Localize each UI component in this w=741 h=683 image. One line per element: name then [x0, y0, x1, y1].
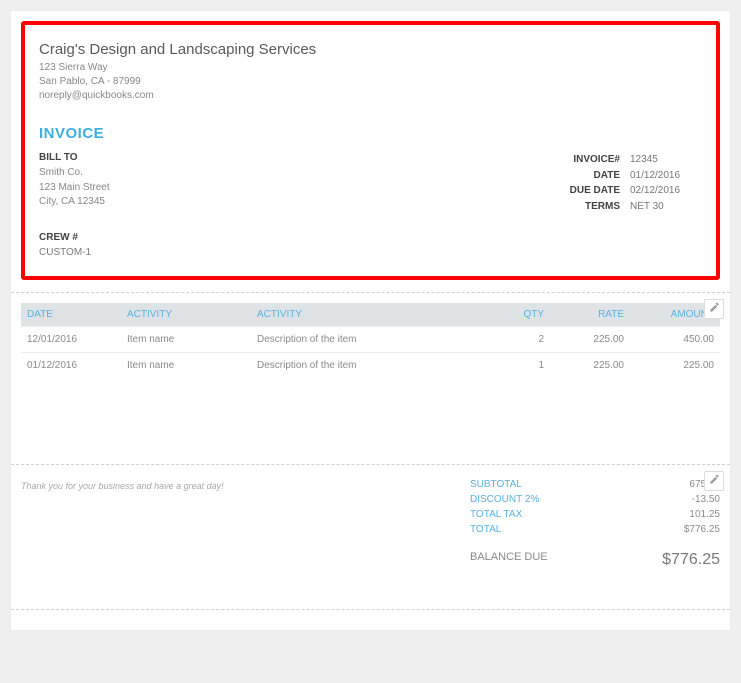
tax-label: TOTAL TAX [470, 509, 522, 520]
cell-qty: 1 [500, 353, 550, 379]
crew-label: CREW # [39, 232, 702, 243]
cell-rate: 225.00 [550, 327, 630, 353]
company-address-2: San Pablo, CA - 87999 [39, 75, 702, 89]
bill-to-addr2: City, CA 12345 [39, 195, 110, 210]
cell-activity-1: Item name [121, 327, 251, 353]
meta-invoiceno-label: INVOICE# [540, 152, 630, 168]
company-email: noreply@quickbooks.com [39, 89, 702, 103]
cell-qty: 2 [500, 327, 550, 353]
total-label: TOTAL [470, 524, 501, 535]
col-activity-2: ACTIVITY [251, 303, 500, 327]
meta-date-label: DATE [540, 168, 630, 184]
invoice-meta: INVOICE# 12345 DATE 01/12/2016 DUE DATE … [540, 152, 702, 214]
totals-section: Thank you for your business and have a g… [11, 465, 730, 610]
balance-due-label: BALANCE DUE [470, 551, 548, 569]
cell-activity-2: Description of the item [251, 353, 500, 379]
crew-block: CREW # CUSTOM-1 [39, 232, 702, 258]
company-address-1: 123 Sierra Way [39, 61, 702, 75]
table-row: 01/12/2016 Item name Description of the … [21, 353, 720, 379]
balance-due-value: $776.25 [662, 551, 720, 569]
discount-label: DISCOUNT 2% [470, 494, 539, 505]
tax-value: 101.25 [689, 509, 720, 520]
table-header-row: DATE ACTIVITY ACTIVITY QTY RATE AMOUNT [21, 303, 720, 327]
line-items-table: DATE ACTIVITY ACTIVITY QTY RATE AMOUNT 1… [21, 303, 720, 378]
meta-due-label: DUE DATE [540, 183, 630, 199]
meta-invoiceno-value: 12345 [630, 152, 702, 168]
bill-to-name: Smith Co. [39, 166, 110, 181]
document-title: INVOICE [39, 125, 702, 142]
col-activity-1: ACTIVITY [121, 303, 251, 327]
col-rate: RATE [550, 303, 630, 327]
meta-terms-label: TERMS [540, 199, 630, 215]
cell-amount: 450.00 [630, 327, 720, 353]
col-qty: QTY [500, 303, 550, 327]
cell-rate: 225.00 [550, 353, 630, 379]
cell-activity-1: Item name [121, 353, 251, 379]
invoice-page: Craig's Design and Landscaping Services … [10, 10, 731, 631]
total-value: $776.25 [684, 524, 720, 535]
line-items-section: DATE ACTIVITY ACTIVITY QTY RATE AMOUNT 1… [11, 293, 730, 465]
crew-value: CUSTOM-1 [39, 247, 702, 258]
table-row: 12/01/2016 Item name Description of the … [21, 327, 720, 353]
cell-date: 12/01/2016 [21, 327, 121, 353]
edit-totals-button[interactable] [704, 471, 724, 491]
cell-date: 01/12/2016 [21, 353, 121, 379]
subtotal-label: SUBTOTAL [470, 479, 522, 490]
bill-to-heading: BILL TO [39, 152, 110, 163]
meta-date-value: 01/12/2016 [630, 168, 702, 184]
edit-items-button[interactable] [704, 299, 724, 319]
header-panel-highlighted: Craig's Design and Landscaping Services … [21, 21, 720, 280]
company-name: Craig's Design and Landscaping Services [39, 41, 702, 58]
cell-activity-2: Description of the item [251, 327, 500, 353]
bill-to-block: BILL TO Smith Co. 123 Main Street City, … [39, 152, 110, 214]
header-section: Craig's Design and Landscaping Services … [11, 11, 730, 293]
pencil-icon [709, 474, 720, 488]
bill-to-addr1: 123 Main Street [39, 181, 110, 196]
footer-message: Thank you for your business and have a g… [21, 477, 470, 569]
col-date: DATE [21, 303, 121, 327]
totals-block: SUBTOTAL 675.00 DISCOUNT 2% -13.50 TOTAL… [470, 477, 720, 569]
pencil-icon [709, 302, 720, 316]
discount-value: -13.50 [692, 494, 720, 505]
cell-amount: 225.00 [630, 353, 720, 379]
meta-due-value: 02/12/2016 [630, 183, 702, 199]
meta-terms-value: NET 30 [630, 199, 702, 215]
